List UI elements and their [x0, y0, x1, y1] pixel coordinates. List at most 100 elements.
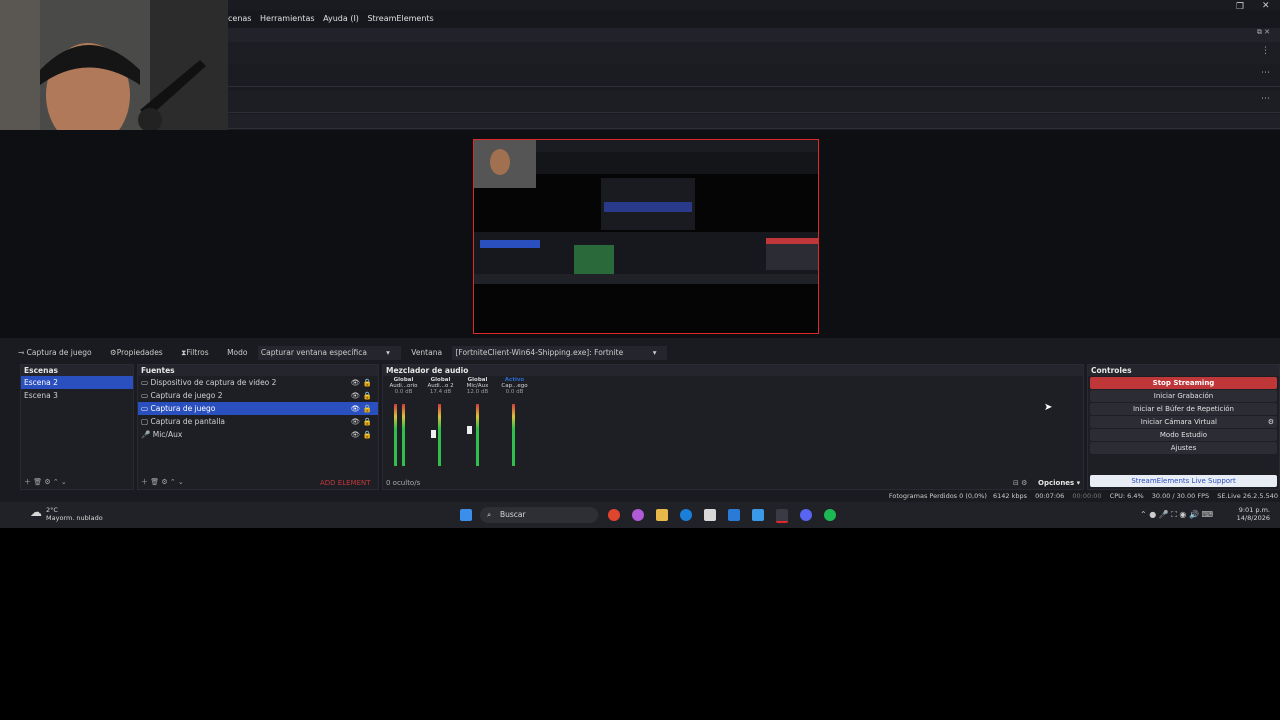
chrome-icon[interactable]: [608, 509, 620, 521]
weather-desc: Mayorm. nublado: [46, 514, 103, 522]
dock-bar-4: ⋯: [228, 90, 1280, 113]
channel-db: 0.0 dB: [505, 389, 524, 395]
discord-icon[interactable]: [800, 509, 812, 521]
eye-lock-icon[interactable]: 👁 🔒: [351, 428, 378, 441]
eye-lock-icon[interactable]: 👁 🔒: [351, 376, 378, 389]
channel-db: 17.4 dB: [429, 389, 452, 395]
more-options-icon[interactable]: ⋮: [1261, 46, 1270, 56]
search-box[interactable]: ⌕ Buscar: [480, 507, 598, 523]
eye-lock-icon[interactable]: 👁 🔒: [351, 389, 378, 402]
menu-item-streamelements[interactable]: StreamElements: [367, 14, 433, 23]
file-explorer-icon[interactable]: [656, 509, 668, 521]
eye-lock-icon[interactable]: 👁 🔒: [351, 415, 378, 428]
status-bar: Fotogramas Perdidos 0 (0,0%) 6142 kbps 0…: [0, 491, 1280, 501]
more-options-icon[interactable]: ⋯: [1261, 94, 1270, 104]
properties-button[interactable]: ⚙Propiedades: [110, 348, 171, 357]
audio-meter: [476, 404, 479, 466]
source-item[interactable]: ▢ Captura de pantalla 👁 🔒: [138, 415, 378, 428]
scenes-dock: Escenas Escena 2 Escena 3 ＋ 🗑 ⚙ ⌃ ⌄: [20, 364, 134, 490]
studio-mode-button[interactable]: Modo Estudio: [1090, 429, 1277, 441]
search-icon: ⌕: [487, 510, 492, 519]
dock-bar-3: ⋯: [228, 64, 1280, 87]
bitrate: 6142 kbps: [993, 492, 1028, 500]
close-icon[interactable]: ✕: [1262, 1, 1270, 11]
mouse-cursor: ➤: [1044, 402, 1053, 413]
clock-date: 14/8/2026: [1236, 514, 1270, 522]
live-support-button[interactable]: StreamElements Live Support: [1090, 475, 1277, 487]
dock-float-icon[interactable]: ⧉ ✕: [1257, 28, 1270, 37]
replay-buffer-button[interactable]: Iniciar el Búfer de Repetición: [1090, 403, 1277, 415]
dock-bar-1: ⧉ ✕: [228, 28, 1280, 43]
menu-item-ayuda[interactable]: Ayuda (I): [323, 14, 359, 23]
source-item[interactable]: ▭ Captura de juego 👁 🔒: [138, 402, 378, 415]
audio-meter: [394, 404, 397, 466]
controls-dock: Controles Stop Streaming Iniciar Grabaci…: [1087, 364, 1280, 490]
menu-bar: cenas Herramientas Ayuda (I) StreamEleme…: [228, 10, 1280, 28]
copilot-icon[interactable]: [632, 509, 644, 521]
tray-icons[interactable]: ⌃ ● 🎤 ⛶ ◉ 🔊 ⌨: [1140, 510, 1213, 520]
window-select[interactable]: [FortniteClient-Win64-Shipping.exe]: For…: [452, 346, 668, 360]
stop-streaming-button[interactable]: Stop Streaming: [1090, 377, 1277, 389]
sources-title: Fuentes: [138, 365, 378, 376]
hidden-count: 0 oculto/s: [386, 479, 421, 487]
edge-icon[interactable]: [680, 509, 692, 521]
mixer-channels: Global Global Global Activo Audi...orio …: [385, 377, 545, 395]
streamelements-icon[interactable]: [776, 509, 788, 523]
gear-icon[interactable]: ⚙: [1268, 416, 1277, 428]
app-icon[interactable]: [728, 509, 740, 521]
mixer-title: Mezclador de audio: [383, 365, 1083, 376]
scene-item[interactable]: Escena 3: [21, 389, 133, 402]
chevron-down-icon: ▾: [652, 348, 657, 357]
toolbar-source-name: ⊸ Captura de juego: [18, 348, 92, 357]
more-options-icon[interactable]: ⋯: [1261, 68, 1270, 78]
preview-content-image: [474, 140, 818, 333]
virtual-camera-button[interactable]: Iniciar Cámara Virtual ⚙: [1090, 416, 1277, 428]
scenes-title: Escenas: [21, 365, 133, 376]
mode-label: Modo: [227, 348, 248, 357]
store-icon[interactable]: [704, 509, 716, 521]
mode-select[interactable]: Capturar ventana específica ▾: [257, 346, 401, 360]
clock[interactable]: 9:01 p.m. 14/8/2026: [1236, 506, 1270, 522]
obs-window: cenas Herramientas Ayuda (I) StreamEleme…: [0, 0, 1280, 528]
spotify-icon[interactable]: [824, 509, 836, 521]
source-item[interactable]: ▭ Captura de juego 2 👁 🔒: [138, 389, 378, 402]
window-label: Ventana: [411, 348, 443, 357]
audio-mixer-dock: Mezclador de audio Global Global Global …: [382, 364, 1084, 490]
fps-readout: 30.00 / 30.00 FPS: [1151, 492, 1210, 500]
scene-actions[interactable]: ＋ 🗑 ⚙ ⌃ ⌄: [24, 477, 67, 487]
menu-item-herramientas[interactable]: Herramientas: [260, 14, 315, 23]
options-button[interactable]: Opciones ▾: [1038, 479, 1080, 487]
filters-button[interactable]: ⧗Filtros: [181, 348, 217, 357]
clock-time: 9:01 p.m.: [1238, 506, 1270, 514]
maximize-icon[interactable]: ❐: [1236, 2, 1244, 12]
add-element-button[interactable]: ADD ELEMENT: [320, 479, 371, 487]
channel-db: 0.0 dB: [394, 389, 413, 395]
settings-button[interactable]: Ajustes: [1090, 442, 1277, 454]
audio-meter: [402, 404, 405, 466]
app-icon[interactable]: [752, 509, 764, 521]
chevron-down-icon: ▾: [386, 348, 390, 357]
source-item[interactable]: 🎤 Mic/Aux 👁 🔒: [138, 428, 378, 441]
stream-time: 00:07:06: [1035, 492, 1065, 500]
weather-icon: ☁: [30, 505, 42, 519]
eye-lock-icon[interactable]: 👁 🔒: [351, 402, 378, 415]
dock-bar-5: [228, 114, 1280, 129]
volume-fader[interactable]: [467, 426, 472, 434]
audio-meter: [438, 404, 441, 466]
sources-dock: Fuentes ▭ Dispositivo de captura de vide…: [137, 364, 379, 490]
channel-db: 12.0 dB: [466, 389, 489, 395]
volume-fader[interactable]: [431, 430, 436, 438]
source-toolbar: ⊸ Captura de juego ⚙Propiedades ⧗Filtros…: [18, 346, 1280, 360]
mixer-actions[interactable]: ⊟ ⚙: [1013, 479, 1027, 487]
source-item[interactable]: ▭ Dispositivo de captura de video 2 👁 🔒: [138, 376, 378, 389]
menu-item-escenas[interactable]: cenas: [228, 14, 251, 23]
source-actions[interactable]: ＋ 🗑 ⚙ ⌃ ⌄: [141, 477, 184, 487]
taskbar: ☁ 2°C Mayorm. nublado ⌕ Buscar ⌃ ● 🎤 ⛶ ◉…: [0, 502, 1280, 528]
cpu-usage: CPU: 6.4%: [1109, 492, 1144, 500]
program-preview[interactable]: [473, 139, 819, 334]
windows-start-icon[interactable]: [460, 509, 472, 521]
dropped-frames: Fotogramas Perdidos 0 (0,0%): [888, 492, 987, 500]
weather-widget[interactable]: 2°C Mayorm. nublado: [46, 506, 103, 522]
start-recording-button[interactable]: Iniciar Grabación: [1090, 390, 1277, 402]
scene-item[interactable]: Escena 2: [21, 376, 133, 389]
